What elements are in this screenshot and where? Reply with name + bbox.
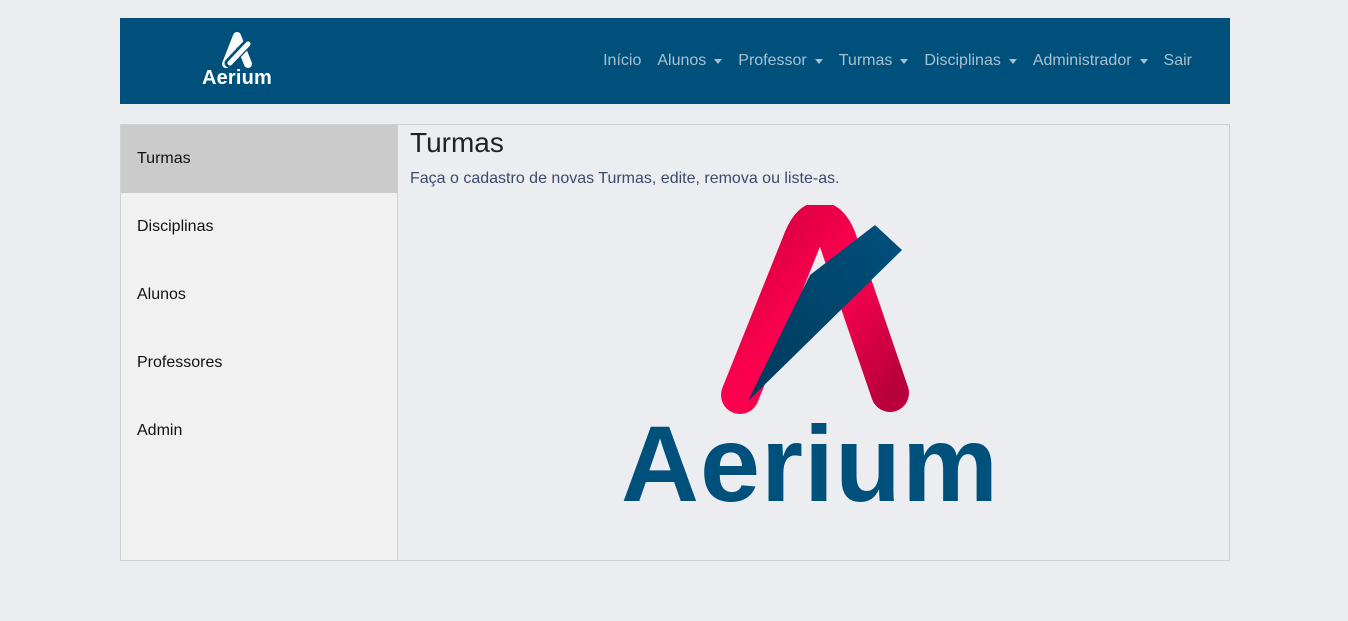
sidebar-item-professores[interactable]: Professores [121, 329, 397, 397]
nav-item-disciplinas[interactable]: Disciplinas [924, 52, 1017, 70]
caret-down-icon [1139, 58, 1148, 64]
content-panel: Turmas Disciplinas Alunos Professores Ad… [120, 124, 1230, 561]
page-title: Turmas [410, 127, 504, 158]
nav-item-turmas[interactable]: Turmas [839, 52, 909, 70]
nav-item-label: Turmas [838, 52, 893, 69]
sidebar-item-admin[interactable]: Admin [121, 397, 397, 465]
aerium-logo-icon [222, 32, 254, 68]
nav-item-label: Início [603, 52, 642, 69]
nav-item-alunos[interactable]: Alunos [657, 52, 723, 70]
nav-item-inicio[interactable]: Início [603, 52, 641, 70]
sidebar: Turmas Disciplinas Alunos Professores Ad… [121, 125, 398, 560]
top-navbar: Aerium Início Alunos Professor Turmas Di… [120, 18, 1230, 104]
brand-name: Aerium [201, 67, 273, 89]
nav-item-administrador[interactable]: Administrador [1033, 52, 1148, 70]
brand-logo-link[interactable]: Aerium [200, 30, 274, 90]
aerium-logo: Aerium [607, 205, 1013, 518]
nav-item-label: Administrador [1032, 52, 1132, 69]
caret-down-icon [814, 58, 823, 64]
nav-item-label: Disciplinas [924, 52, 1001, 69]
sidebar-item-turmas[interactable]: Turmas [121, 125, 397, 193]
logo-text: Aerium [620, 403, 1000, 524]
sidebar-item-disciplinas[interactable]: Disciplinas [121, 193, 397, 261]
nav-item-professor[interactable]: Professor [738, 52, 823, 70]
main-content: Turmas Faça o cadastro de novas Turmas, … [398, 125, 1229, 560]
nav-menu: Início Alunos Professor Turmas Disciplin… [587, 18, 1192, 104]
caret-down-icon [900, 58, 909, 64]
nav-item-label: Alunos [657, 52, 707, 69]
sidebar-item-alunos[interactable]: Alunos [121, 261, 397, 329]
nav-item-sair[interactable]: Sair [1164, 52, 1192, 70]
caret-down-icon [714, 58, 723, 64]
caret-down-icon [1008, 58, 1017, 64]
nav-item-label: Sair [1163, 52, 1192, 69]
nav-item-label: Professor [738, 52, 807, 69]
page-description: Faça o cadastro de novas Turmas, edite, … [410, 170, 840, 187]
aerium-logo-mark-icon [721, 205, 909, 414]
